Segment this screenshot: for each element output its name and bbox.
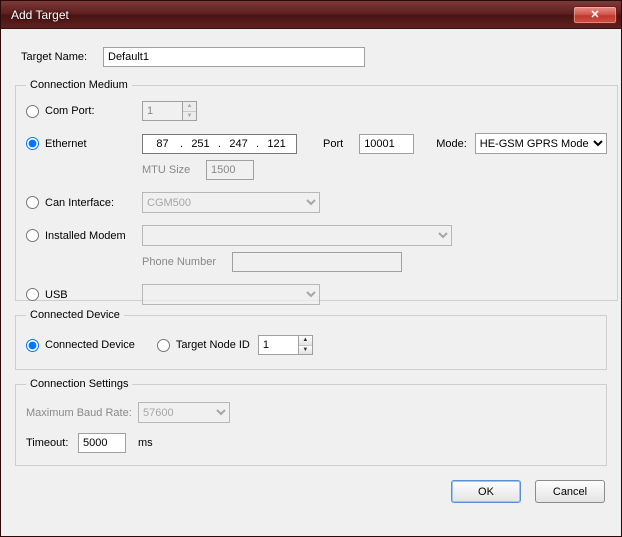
connection-settings-group: Connection Settings Maximum Baud Rate: 5…	[15, 378, 607, 466]
usb-radio[interactable]	[26, 288, 39, 301]
target-node-up[interactable]: ▲	[299, 336, 312, 346]
target-name-label: Target Name:	[21, 51, 97, 63]
mode-select[interactable]: HE-GSM GPRS Mode	[475, 133, 607, 154]
mtu-label: MTU Size	[142, 164, 198, 176]
close-button[interactable]: ✕	[573, 6, 617, 24]
usb-row: USB	[26, 284, 607, 305]
ethernet-ip-input[interactable]: . . .	[142, 134, 297, 154]
baud-rate-select: 57600	[138, 402, 230, 423]
target-node-label: Target Node ID	[176, 339, 250, 351]
can-interface-radio[interactable]	[26, 196, 39, 209]
phone-number-input	[232, 252, 402, 272]
can-interface-select: CGM500	[142, 192, 320, 213]
usb-label: USB	[45, 289, 68, 301]
timeout-label: Timeout:	[26, 437, 72, 449]
com-port-value	[142, 101, 182, 121]
target-name-input[interactable]	[103, 47, 365, 67]
target-node-radio[interactable]	[157, 339, 170, 352]
connected-device-label: Connected Device	[45, 339, 135, 351]
window-title: Add Target	[11, 8, 573, 22]
target-node-value[interactable]	[258, 335, 298, 355]
baud-rate-label: Maximum Baud Rate:	[26, 407, 132, 419]
ethernet-row: Ethernet . . . Port Mo	[26, 133, 607, 154]
com-port-down: ▼	[183, 112, 196, 121]
connected-device-group: Connected Device Connected Device Target…	[15, 309, 607, 370]
can-interface-label: Can Interface:	[45, 197, 114, 209]
cancel-button[interactable]: Cancel	[535, 480, 605, 503]
can-interface-row: Can Interface: CGM500	[26, 192, 607, 213]
connection-medium-legend: Connection Medium	[26, 79, 132, 91]
usb-select	[142, 284, 320, 305]
com-port-radio[interactable]	[26, 105, 39, 118]
port-label: Port	[323, 138, 343, 150]
ip-octet-3[interactable]	[221, 135, 256, 153]
installed-modem-label: Installed Modem	[45, 230, 126, 242]
titlebar: Add Target ✕	[1, 1, 621, 29]
dialog-button-row: OK Cancel	[15, 474, 607, 503]
ethernet-radio[interactable]	[26, 137, 39, 150]
installed-modem-wrap: Installed Modem Phone Number	[26, 225, 607, 272]
installed-modem-select	[142, 225, 452, 246]
target-name-row: Target Name:	[21, 47, 607, 67]
client-area: Target Name: Connection Medium Com Port:…	[1, 29, 621, 536]
target-node-down[interactable]: ▼	[299, 346, 312, 355]
ethernet-label: Ethernet	[45, 138, 87, 150]
ip-octet-1[interactable]	[145, 135, 180, 153]
connection-settings-legend: Connection Settings	[26, 378, 132, 390]
mtu-input	[206, 160, 254, 180]
mtu-row: MTU Size	[142, 160, 607, 180]
connected-device-radio[interactable]	[26, 339, 39, 352]
connected-device-legend: Connected Device	[26, 309, 124, 321]
timeout-input[interactable]	[78, 433, 126, 453]
ip-octet-4[interactable]	[259, 135, 294, 153]
timeout-unit: ms	[138, 437, 153, 449]
target-node-spinner[interactable]: ▲ ▼	[258, 335, 313, 355]
phone-number-row: Phone Number	[142, 252, 607, 272]
connection-medium-group: Connection Medium Com Port: ▲ ▼	[15, 79, 618, 301]
close-icon: ✕	[590, 8, 599, 21]
com-port-spinner: ▲ ▼	[142, 101, 197, 121]
ethernet-row-wrap: Ethernet . . . Port Mo	[26, 133, 607, 180]
com-port-up: ▲	[183, 102, 196, 112]
add-target-dialog: Add Target ✕ Target Name: Connection Med…	[0, 0, 622, 537]
installed-modem-radio[interactable]	[26, 229, 39, 242]
ok-button[interactable]: OK	[451, 480, 521, 503]
installed-modem-row: Installed Modem	[26, 225, 607, 246]
com-port-label: Com Port:	[45, 105, 95, 117]
com-port-row: Com Port: ▲ ▼	[26, 101, 607, 121]
port-input[interactable]	[359, 134, 414, 154]
ip-octet-2[interactable]	[183, 135, 218, 153]
mode-label: Mode:	[436, 138, 467, 150]
phone-number-label: Phone Number	[142, 256, 224, 268]
